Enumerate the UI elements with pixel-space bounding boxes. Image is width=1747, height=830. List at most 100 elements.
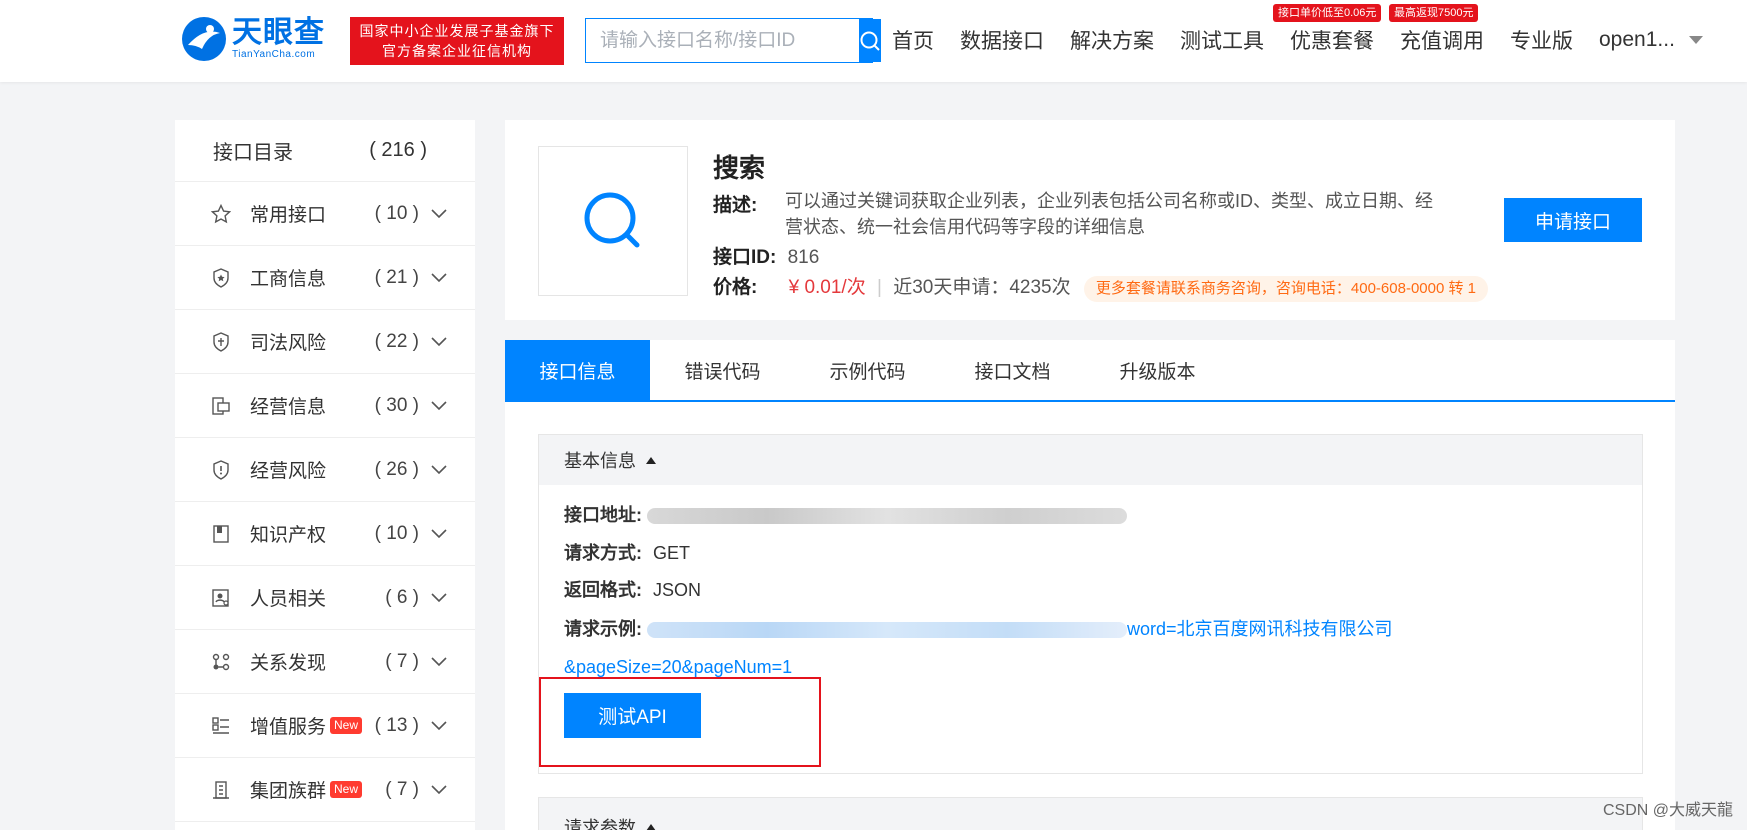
sidebar-item-judicial-risk[interactable]: 司法风险 ( 22 )	[175, 310, 475, 374]
sidebar-item-label: 常用接口	[250, 205, 327, 226]
caret-up-icon	[646, 823, 656, 830]
user-name: open1...	[1599, 28, 1675, 51]
relation-icon	[210, 651, 232, 673]
sidebar-item-count: ( 6 )	[385, 586, 419, 608]
api-title: 搜索	[713, 153, 766, 183]
sidebar-item-label: 经营信息	[250, 397, 327, 418]
catalog-total: ( 216 )	[369, 139, 427, 161]
chevron-down-icon	[431, 784, 447, 794]
sidebar-item-count: ( 7 )	[385, 778, 419, 800]
packages-promo-badge: 接口单价低至0.06元	[1273, 4, 1382, 22]
sidebar-item-count: ( 22 )	[374, 330, 419, 352]
api-summary-card: 搜索 描述: 可以通过关键词获取企业列表，企业列表包括公司名称或ID、类型、成立…	[505, 120, 1675, 320]
sidebar-item-personnel[interactable]: 人员相关 ( 6 )	[175, 566, 475, 630]
chevron-down-icon	[431, 656, 447, 666]
search-input[interactable]	[586, 19, 859, 62]
basic-info-header[interactable]: 基本信息	[539, 435, 1642, 485]
main-nav: 首页 数据接口 解决方案 测试工具 优惠套餐 充值调用 专业版 open1...	[892, 22, 1729, 58]
api-icon-box	[538, 146, 688, 296]
api-catalog-sidebar: 接口目录 ( 216 ) 常用接口 ( 10 ) 工商信息 ( 21 ) 司法风…	[175, 120, 475, 830]
sidebar-item-label: 司法风险	[250, 333, 327, 354]
nav-solutions[interactable]: 解决方案	[1070, 25, 1154, 55]
sidebar-item-common[interactable]: 常用接口 ( 10 )	[175, 182, 475, 246]
sidebar-item-label: 知识产权	[250, 525, 327, 546]
search-icon	[860, 31, 880, 51]
top-header: 天眼查 TianYanCha.com 国家中小企业发展子基金旗下 官方备案企业征…	[0, 0, 1747, 82]
sidebar-item-operation-risk[interactable]: 经营风险 ( 26 )	[175, 438, 475, 502]
chevron-down-icon	[431, 336, 447, 346]
nav-recharge-label: 充值调用	[1400, 30, 1484, 53]
format-value: JSON	[653, 580, 702, 600]
sidebar-item-business-info[interactable]: 工商信息 ( 21 )	[175, 246, 475, 310]
search-box	[585, 18, 881, 63]
tab-error-codes[interactable]: 错误代码	[650, 340, 795, 400]
example-url-line2[interactable]: &pageSize=20&pageNum=1	[564, 657, 792, 678]
building-icon	[210, 779, 232, 801]
price-value: ¥ 0.01/次	[788, 277, 866, 298]
catalog-title: 接口目录	[213, 142, 293, 164]
method-label: 请求方式:	[564, 543, 642, 563]
sidebar-item-count: ( 13 )	[374, 714, 419, 736]
sidebar-item-count: ( 7 )	[385, 650, 419, 672]
apply-api-button[interactable]: 申请接口	[1504, 198, 1642, 242]
nav-test-tools[interactable]: 测试工具	[1180, 25, 1264, 55]
request-params-title: 请求参数	[564, 818, 636, 830]
format-label: 返回格式:	[564, 580, 642, 600]
sidebar-item-group[interactable]: 集团族群 New ( 7 )	[175, 758, 475, 822]
site-logo[interactable]: 天眼查 TianYanCha.com	[180, 12, 325, 66]
chevron-down-icon	[431, 528, 447, 538]
sidebar-item-count: ( 10 )	[374, 522, 419, 544]
nav-recharge[interactable]: 充值调用	[1400, 25, 1484, 55]
sidebar-item-value-added[interactable]: 增值服务 New ( 13 )	[175, 694, 475, 758]
chevron-down-icon	[431, 720, 447, 730]
sidebar-item-label: 关系发现	[250, 653, 327, 674]
desc-label-row: 描述:	[713, 190, 757, 217]
tab-api-docs[interactable]: 接口文档	[940, 340, 1085, 400]
nav-home[interactable]: 首页	[892, 25, 934, 55]
sidebar-item-count: ( 10 )	[374, 202, 419, 224]
tab-api-info[interactable]: 接口信息	[505, 340, 650, 400]
detail-tabs: 接口信息 错误代码 示例代码 接口文档 升级版本	[505, 340, 1675, 402]
sidebar-item-relations[interactable]: 关系发现 ( 7 )	[175, 630, 475, 694]
example-url-tail[interactable]: word=北京百度网讯科技有限公司	[1127, 619, 1393, 639]
book-icon	[210, 523, 232, 545]
request-params-header[interactable]: 请求参数	[538, 797, 1643, 830]
sidebar-item-count: ( 21 )	[374, 266, 419, 288]
tab-upgrade[interactable]: 升级版本	[1085, 340, 1230, 400]
api-id-value: 816	[787, 247, 820, 268]
price-label: 价格:	[713, 277, 758, 298]
nav-packages-label: 优惠套餐	[1290, 30, 1374, 53]
tab-sample-code[interactable]: 示例代码	[795, 340, 940, 400]
search-button[interactable]	[859, 19, 881, 62]
chevron-down-icon	[431, 592, 447, 602]
nav-packages[interactable]: 优惠套餐	[1290, 25, 1374, 55]
sidebar-item-label: 工商信息	[250, 269, 327, 290]
new-badge: New	[330, 717, 363, 734]
catalog-header: 接口目录 ( 216 )	[175, 120, 475, 182]
sidebar-item-ip[interactable]: 知识产权 ( 10 )	[175, 502, 475, 566]
api-address-row: 接口地址:	[564, 501, 1128, 527]
user-menu[interactable]: open1...	[1599, 28, 1703, 52]
chevron-down-icon	[431, 208, 447, 218]
nav-data-api[interactable]: 数据接口	[960, 25, 1044, 55]
example-row: 请求示例: word=北京百度网讯科技有限公司	[564, 615, 1393, 641]
search-icon	[584, 192, 640, 248]
format-row: 返回格式: JSON	[564, 576, 701, 602]
sidebar-item-count: ( 26 )	[374, 458, 419, 480]
sidebar-item-operation-info[interactable]: 经营信息 ( 30 )	[175, 374, 475, 438]
highlight-box	[539, 677, 821, 767]
new-badge: New	[330, 781, 363, 798]
nav-pro[interactable]: 专业版	[1510, 25, 1573, 55]
logo-domain: TianYanCha.com	[232, 49, 316, 60]
shield-law-icon	[210, 331, 232, 353]
api-id-label: 接口ID:	[713, 247, 777, 268]
desc-label: 描述:	[713, 195, 758, 216]
chevron-down-icon	[431, 400, 447, 410]
logo-text: 天眼查	[232, 15, 325, 50]
chevron-down-icon	[431, 464, 447, 474]
redacted-example-url	[647, 622, 1128, 639]
promo-banner: 更多套餐请联系商务咨询，咨询电话：400-608-0000 转 1	[1083, 276, 1488, 302]
list-icon	[210, 715, 232, 737]
sidebar-item-label: 集团族群	[250, 781, 327, 802]
badge-icon	[210, 267, 232, 289]
